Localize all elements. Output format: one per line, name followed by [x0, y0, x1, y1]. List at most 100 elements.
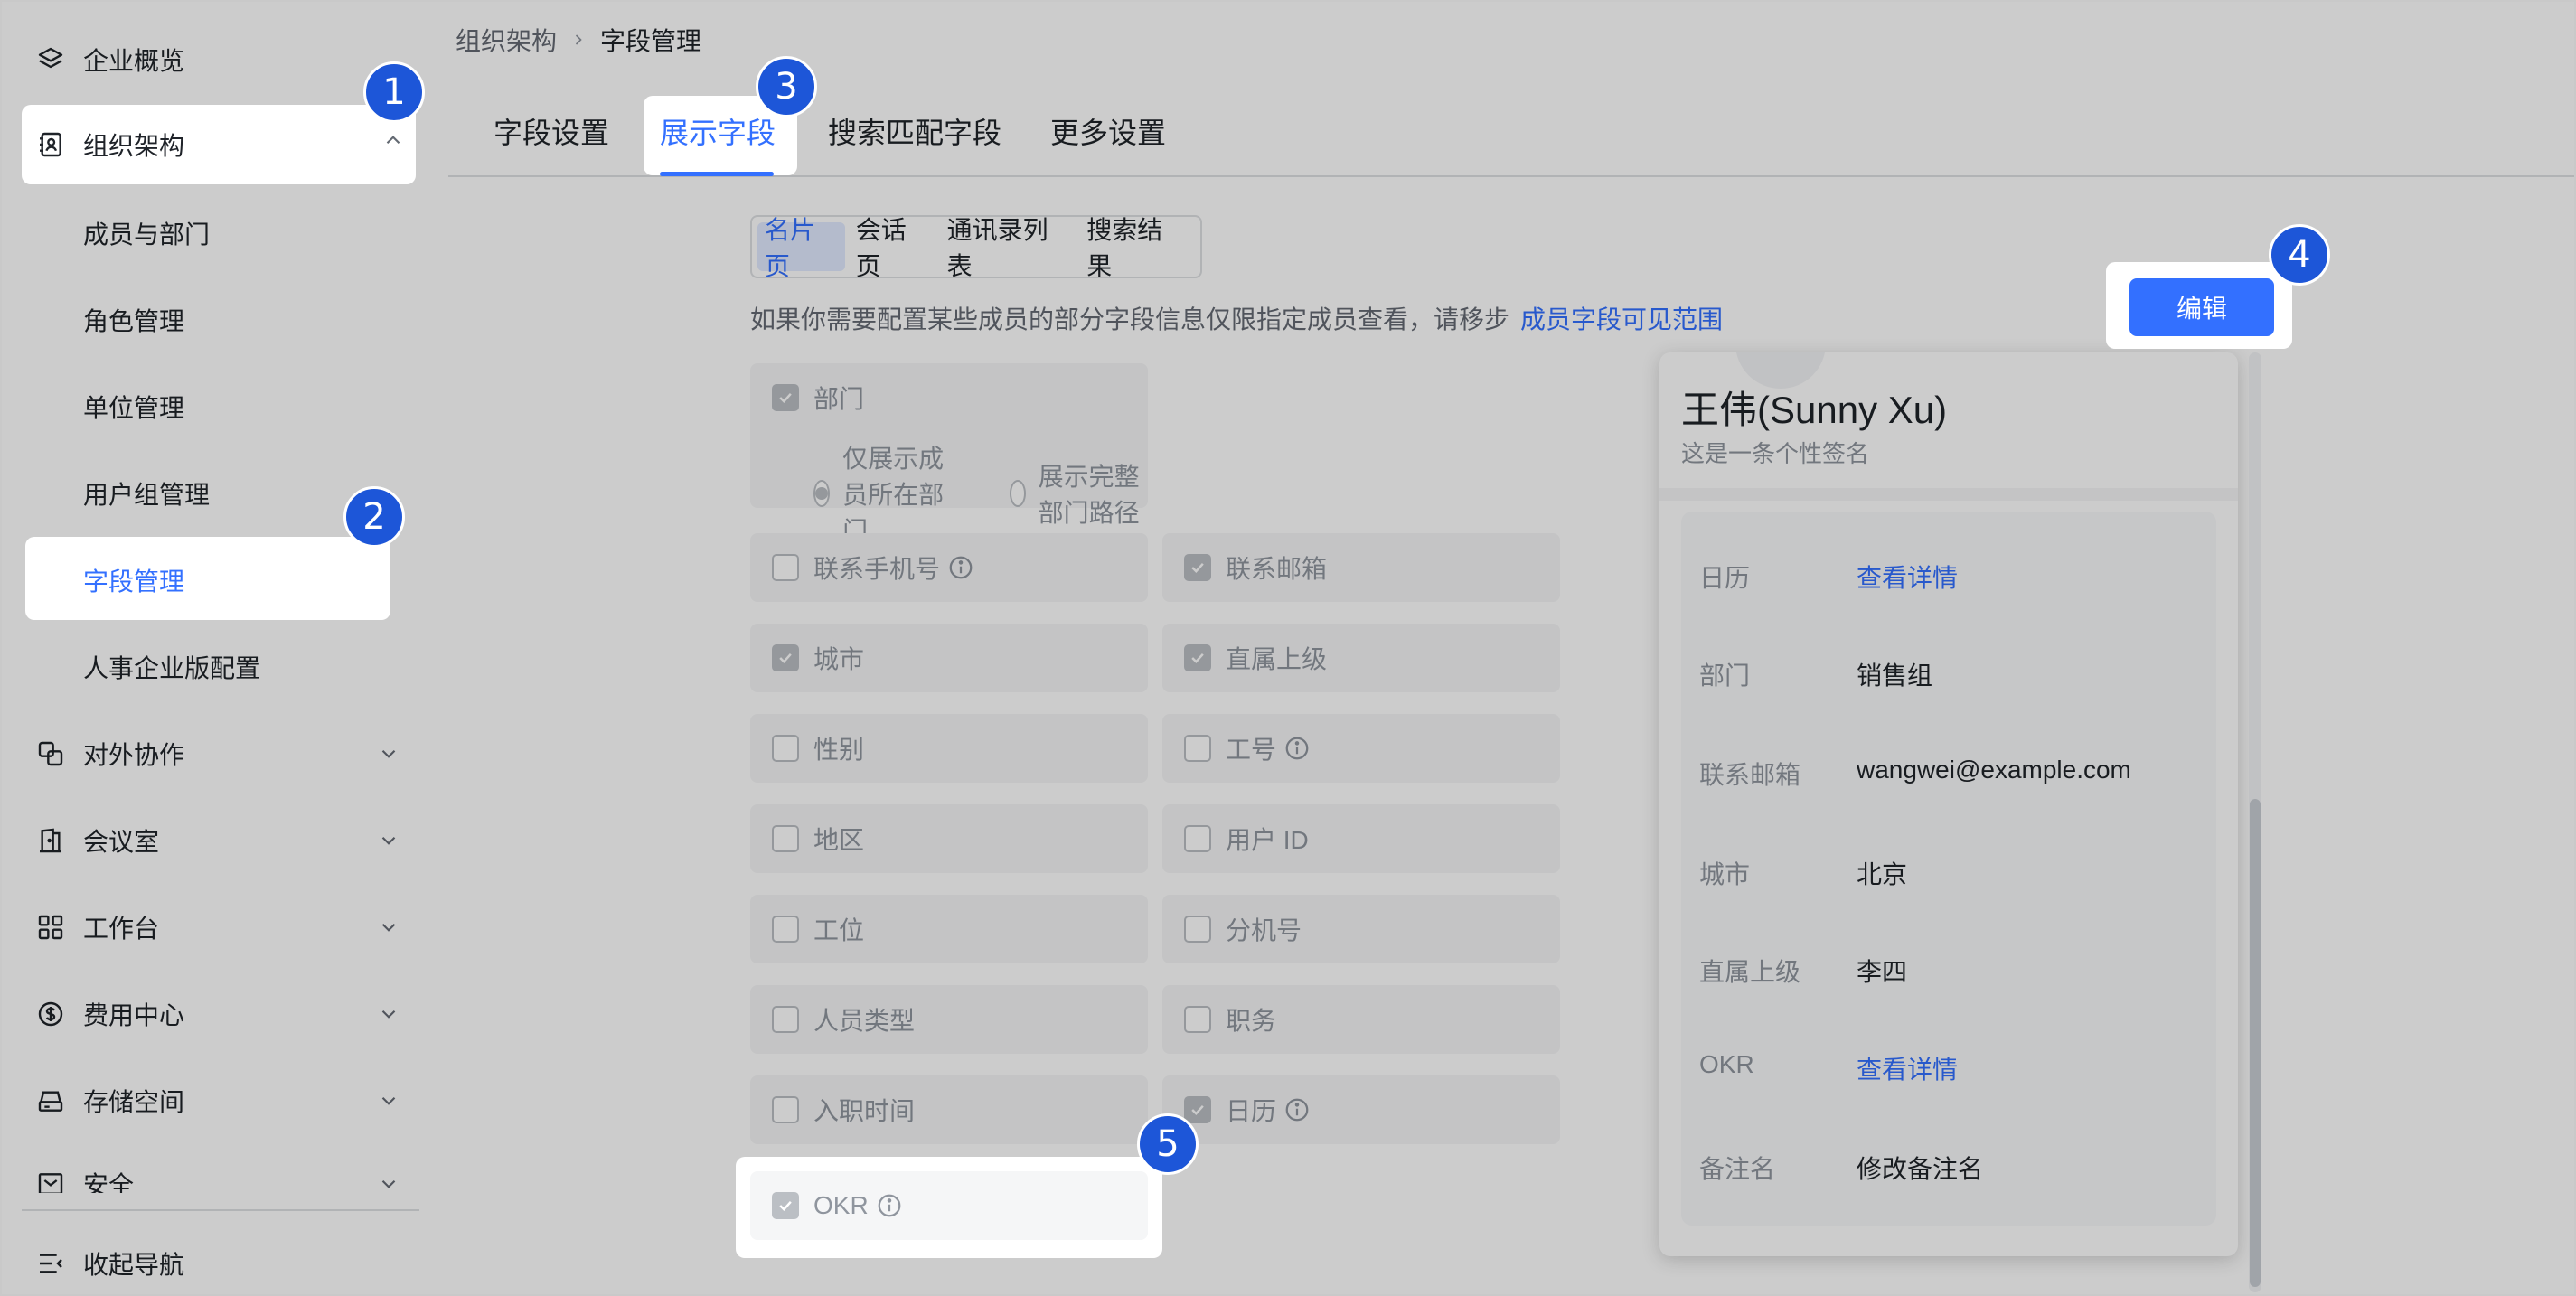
field-label: 日历	[1226, 1097, 1277, 1125]
field-card: 职务	[1162, 985, 1560, 1054]
preview-row-value: 李四	[1857, 958, 1908, 986]
field-checkbox[interactable]	[1184, 825, 1211, 852]
field-card: 城市	[750, 624, 1148, 692]
chevron-down-icon[interactable]	[372, 1085, 405, 1117]
sidebar-item-label: 人事企业版配置	[83, 654, 261, 682]
field-card: 工位	[750, 895, 1148, 963]
preview-row: 城市 北京	[1699, 855, 2187, 891]
preview-row: 备注名 修改备注名	[1699, 1150, 2187, 1186]
breadcrumb: 组织架构 字段管理	[456, 22, 701, 58]
field-checkbox[interactable]	[772, 735, 799, 762]
chevron-down-icon[interactable]	[372, 737, 405, 770]
field-label: 直属上级	[1226, 645, 1328, 673]
chevron-up-icon[interactable]	[381, 128, 405, 152]
field-label: 用户 ID	[1226, 826, 1309, 854]
chevron-down-icon[interactable]	[372, 824, 405, 857]
sidebar-item-billing[interactable]: 费用中心	[22, 974, 416, 1054]
field-checkbox[interactable]	[772, 1006, 799, 1033]
sidebar-item-units[interactable]: 单位管理	[25, 367, 390, 446]
preview-row: 直属上级 李四	[1699, 953, 2187, 989]
field-checkbox[interactable]	[1184, 735, 1211, 762]
sidebar-item-overview[interactable]: 企业概览	[22, 20, 416, 99]
sidebar-item-security[interactable]: 安全	[22, 1148, 416, 1193]
chevron-down-icon[interactable]	[372, 911, 405, 944]
breadcrumb-parent[interactable]: 组织架构	[456, 22, 557, 58]
field-visibility-link[interactable]: 成员字段可见范围	[1520, 305, 1723, 333]
sidebar-item-usergroups[interactable]: 用户组管理	[25, 454, 390, 533]
active-tab-indicator	[660, 172, 774, 176]
preview-row: 日历 查看详情	[1699, 559, 2187, 595]
subtab-contacts-list[interactable]: 通讯录列表	[940, 216, 1076, 280]
storage-icon	[34, 1085, 67, 1117]
info-icon[interactable]	[1283, 735, 1311, 762]
field-label: OKR	[813, 1191, 869, 1219]
info-icon[interactable]	[947, 554, 974, 581]
preview-row-value: 修改备注名	[1857, 1155, 1984, 1183]
sidebar-item-external[interactable]: 对外协作	[22, 714, 416, 794]
field-checkbox[interactable]	[772, 554, 799, 581]
checkbox-department[interactable]	[772, 384, 799, 411]
sidebar-item-label: 对外协作	[83, 741, 185, 769]
radio-own-dept[interactable]	[813, 480, 831, 507]
app-window: 企业概览 组织架构 成员与部门 角色管理 单位管理 用户组管理 字段管理 人事企…	[0, 0, 2576, 1296]
step-badge-4: 4	[2269, 224, 2330, 286]
radio-full-path[interactable]	[1009, 480, 1026, 507]
sidebar-item-storage[interactable]: 存储空间	[22, 1061, 416, 1141]
highlight-okr: OKR	[736, 1157, 1162, 1258]
preview-scrollbar[interactable]	[2249, 352, 2261, 1292]
sidebar-item-label: 用户组管理	[83, 481, 211, 509]
tab-more-settings[interactable]: 更多设置	[1050, 110, 1166, 152]
field-checkbox[interactable]	[772, 825, 799, 852]
layers-icon	[34, 43, 67, 76]
sidebar-item-roles[interactable]: 角色管理	[25, 280, 390, 360]
field-card: 分机号	[1162, 895, 1560, 963]
info-icon[interactable]	[876, 1192, 903, 1219]
subtab-search-results[interactable]: 搜索结果	[1079, 216, 1191, 280]
sidebar-item-hr-config[interactable]: 人事企业版配置	[25, 627, 390, 707]
field-label: 联系邮箱	[1226, 555, 1328, 583]
sidebar: 企业概览 组织架构 成员与部门 角色管理 单位管理 用户组管理 字段管理 人事企…	[2, 2, 448, 1294]
field-checkbox[interactable]	[772, 916, 799, 943]
radio-label: 展示完整部门路径	[1038, 463, 1140, 527]
info-icon[interactable]	[1283, 1096, 1311, 1123]
preview-row-value: 北京	[1857, 860, 1908, 888]
subtab-chat-page[interactable]: 会话页	[849, 216, 936, 280]
preview-row-value[interactable]: 查看详情	[1857, 559, 1958, 595]
dept-display-options: 仅展示成员所在部门 展示完整部门路径	[813, 439, 1148, 548]
preview-row-label: 联系邮箱	[1699, 761, 1801, 789]
collapse-nav-icon	[34, 1247, 67, 1280]
subtab-group: 名片页 会话页 通讯录列表 搜索结果	[750, 215, 1202, 280]
collapse-nav-label: 收起导航	[83, 1251, 185, 1279]
sidebar-item-workbench[interactable]: 工作台	[22, 887, 416, 967]
preview-row-value[interactable]: 查看详情	[1857, 1050, 1958, 1086]
preview-name: 王伟(Sunny Xu)	[1681, 389, 1948, 431]
tab-search-fields[interactable]: 搜索匹配字段	[828, 110, 1001, 152]
collapse-nav-button[interactable]: 收起导航	[22, 1224, 416, 1294]
field-checkbox[interactable]	[1184, 1096, 1211, 1123]
field-checkbox[interactable]	[772, 1096, 799, 1123]
chevron-right-icon	[569, 31, 588, 49]
subtab-profile-card[interactable]: 名片页	[757, 216, 845, 280]
chevron-down-icon[interactable]	[372, 998, 405, 1030]
sidebar-item-meeting-room[interactable]: 会议室	[22, 801, 416, 880]
tab-field-settings[interactable]: 字段设置	[494, 110, 609, 152]
edit-button[interactable]: 编辑	[2129, 278, 2274, 336]
chevron-down-icon[interactable]	[372, 1168, 405, 1193]
checkbox-okr[interactable]	[772, 1192, 799, 1219]
field-checkbox[interactable]	[1184, 916, 1211, 943]
preview-row-label: 直属上级	[1699, 958, 1801, 986]
highlight-org: 组织架构	[22, 105, 416, 184]
field-label: 地区	[813, 826, 865, 854]
field-card: 地区	[750, 804, 1148, 873]
field-checkbox[interactable]	[1184, 554, 1211, 581]
field-card: 用户 ID	[1162, 804, 1560, 873]
field-checkbox[interactable]	[1184, 644, 1211, 671]
scrollbar-thumb[interactable]	[2250, 799, 2261, 1287]
field-label: 入职时间	[813, 1097, 916, 1125]
field-card: 性别	[750, 714, 1148, 783]
sidebar-item-members[interactable]: 成员与部门	[25, 193, 390, 273]
field-checkbox[interactable]	[772, 644, 799, 671]
preview-row-label: 备注名	[1699, 1155, 1776, 1183]
preview-divider	[1659, 488, 2238, 501]
field-checkbox[interactable]	[1184, 1006, 1211, 1033]
